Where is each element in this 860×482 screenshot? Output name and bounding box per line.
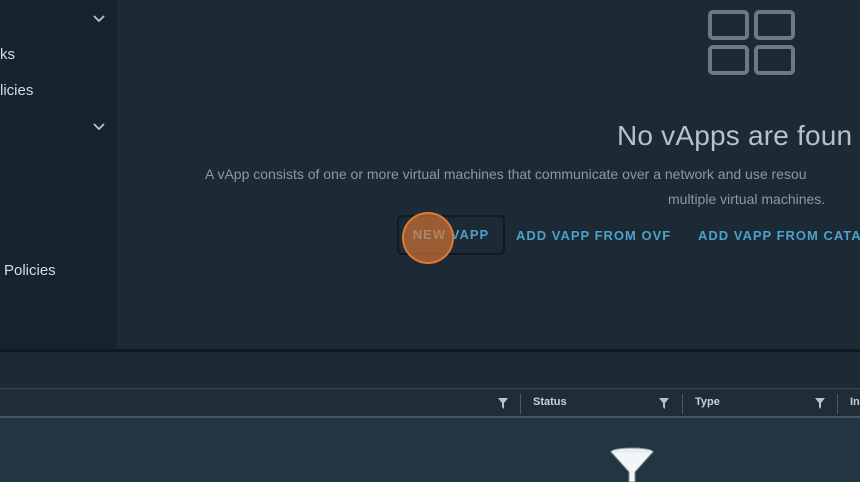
chevron-down-icon[interactable] <box>92 120 106 134</box>
chevron-down-icon[interactable] <box>92 12 106 26</box>
column-header-type[interactable]: Type <box>695 396 720 408</box>
empty-state-description-line2: multiple virtual machines. <box>668 191 826 207</box>
sidebar-item-networks[interactable]: ks <box>0 40 117 70</box>
column-separator[interactable] <box>682 394 683 414</box>
table-body-empty <box>0 418 860 482</box>
add-vapp-from-catalog-button[interactable]: ADD VAPP FROM CATA <box>698 222 860 250</box>
new-vapp-button[interactable]: NEW VAPP <box>397 215 505 255</box>
sidebar: ks licies Policies <box>0 0 117 350</box>
column-separator[interactable] <box>520 394 521 414</box>
filter-icon[interactable] <box>815 398 825 409</box>
sidebar-item-storage-policies[interactable]: Policies <box>0 256 117 286</box>
table-header <box>0 389 860 418</box>
filter-icon[interactable] <box>498 398 508 409</box>
filter-icon[interactable] <box>659 398 669 409</box>
add-vapp-from-ovf-button[interactable]: ADD VAPP FROM OVF <box>516 222 671 250</box>
column-header-status[interactable]: Status <box>533 396 567 408</box>
sidebar-item-policies[interactable]: licies <box>0 76 117 106</box>
column-header-in[interactable]: In <box>850 396 860 408</box>
grid-icon <box>708 10 795 75</box>
column-separator[interactable] <box>837 394 838 414</box>
empty-state-title: No vApps are foun <box>617 120 853 151</box>
empty-state-description: A vApp consists of one or more virtual m… <box>205 166 807 182</box>
funnel-icon <box>610 447 654 482</box>
grid-toolbar <box>0 352 860 389</box>
